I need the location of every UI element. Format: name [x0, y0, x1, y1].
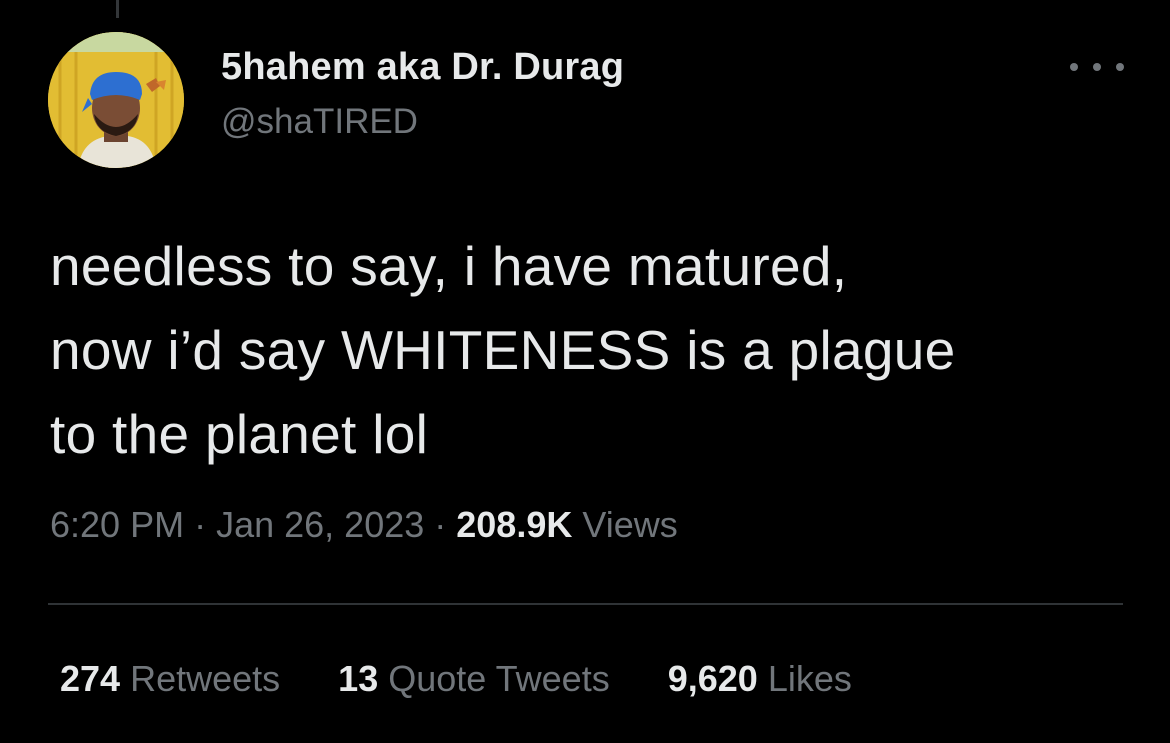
- tweet-time[interactable]: 6:20 PM: [50, 504, 184, 545]
- more-dot: [1116, 63, 1124, 71]
- more-dot: [1093, 63, 1101, 71]
- divider: [48, 603, 1123, 605]
- retweets-count: 274: [60, 658, 121, 699]
- likes-stat[interactable]: 9,620 Likes: [668, 658, 852, 700]
- views-label[interactable]: Views: [582, 504, 677, 545]
- tweet-detail: 5hahem aka Dr. Durag @shaTIRED needless …: [0, 0, 1170, 743]
- author-handle[interactable]: @shaTIRED: [221, 102, 418, 142]
- quote-tweets-stat[interactable]: 13 Quote Tweets: [338, 658, 610, 700]
- engagement-stats: 274 Retweets 13 Quote Tweets 9,620 Likes: [60, 658, 852, 700]
- views-count[interactable]: 208.9K: [456, 504, 572, 545]
- thread-connector-line: [116, 0, 119, 18]
- likes-count: 9,620: [667, 658, 758, 699]
- meta-separator: ·: [194, 504, 207, 545]
- quotes-label: Quote Tweets: [388, 658, 610, 699]
- tweet-text: needless to say, i have matured, now i’d…: [50, 224, 1140, 476]
- retweets-label: Retweets: [130, 658, 281, 699]
- avatar[interactable]: [48, 32, 184, 168]
- retweets-stat[interactable]: 274 Retweets: [60, 658, 280, 700]
- more-horizontal-icon[interactable]: [1070, 52, 1124, 82]
- avatar-image: [48, 32, 184, 168]
- meta-separator: ·: [434, 504, 447, 545]
- tweet-date[interactable]: Jan 26, 2023: [216, 504, 424, 545]
- author-name[interactable]: 5hahem aka Dr. Durag: [221, 46, 624, 89]
- quotes-count: 13: [338, 658, 379, 699]
- likes-label: Likes: [767, 658, 852, 699]
- tweet-text-line: now i’d say WHITENESS is a plague: [50, 319, 956, 381]
- tweet-meta: 6:20 PM · Jan 26, 2023 · 208.9K Views: [50, 504, 678, 546]
- tweet-text-line: needless to say, i have matured,: [50, 235, 848, 297]
- tweet-text-line: to the planet lol: [50, 403, 429, 465]
- more-dot: [1070, 63, 1078, 71]
